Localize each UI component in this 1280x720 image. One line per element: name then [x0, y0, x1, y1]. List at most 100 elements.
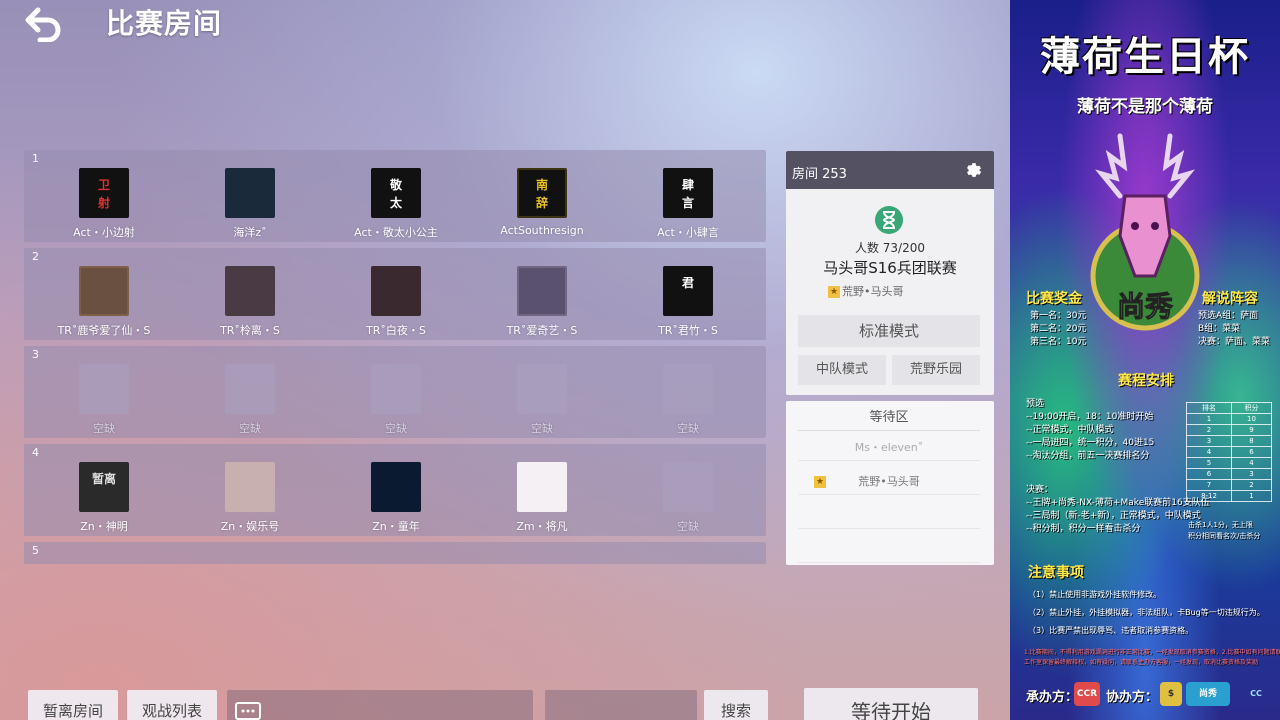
schedule-heading: 赛程安排 — [1118, 373, 1174, 389]
rank-cell: 8-12 — [1185, 490, 1233, 502]
leave-room-button[interactable]: 暂离房间 — [28, 690, 118, 720]
player-slot[interactable]: Zn・童年 — [336, 462, 456, 534]
player-name: TR˚柃离・S — [220, 324, 280, 337]
room-info-panel: 房间 253 人数 73/200 马头哥S16兵团联赛 ★ 荒野•马头哥 标准模式… — [786, 151, 994, 395]
player-name: Act・小边射 — [73, 226, 135, 239]
team-groups: 1 卫 射 Act・小边射 海洋z˚ 敬 太 Act・敬太小公主 南 辞 ActSouthre… — [24, 150, 768, 564]
empty-slot[interactable]: 空缺 — [190, 364, 310, 436]
player-slot[interactable]: Zm・将凡 — [482, 462, 602, 534]
caster-list: 预选A组：萨面 B组：菜菜 决赛：萨面、菜菜 — [1198, 311, 1271, 347]
rank-cell: 2 — [1231, 479, 1272, 491]
empty-slot[interactable]: 空缺 — [628, 364, 748, 436]
avatar — [371, 462, 421, 512]
avatar — [225, 266, 275, 316]
rank-row: 38 — [1185, 435, 1272, 447]
search-button[interactable]: 搜索 — [704, 690, 768, 720]
chat-icon — [235, 702, 261, 720]
group-number: 1 — [32, 152, 39, 165]
gear-icon[interactable] — [964, 161, 984, 181]
player-slot[interactable]: Zn・娱乐号 — [190, 462, 310, 534]
empty-slot[interactable]: 空缺 — [44, 364, 164, 436]
rank-cell: 2 — [1185, 424, 1233, 436]
prize-list: 第一名：30元 第二名：20元 第三名：10元 — [1030, 311, 1087, 347]
cc-logo: CC — [1250, 689, 1262, 698]
avatar — [225, 168, 275, 218]
prize-heading: 比赛奖金 — [1026, 291, 1082, 307]
player-name: 空缺 — [677, 422, 699, 435]
organizer-logo: CCR — [1074, 682, 1100, 706]
rank-points-table: 排名 积分 1 10 2 9 3 8 4 6 5 4 6 3 7 2 8-12 1 — [1185, 402, 1272, 502]
avatar — [225, 364, 275, 414]
rank-row: 1 10 — [1185, 413, 1272, 425]
group-number: 4 — [32, 446, 39, 459]
empty-slot[interactable]: 空缺 — [628, 462, 748, 534]
rank-cell: 6 — [1231, 446, 1272, 458]
rank-cell: 积分 — [1231, 402, 1272, 414]
player-name: 空缺 — [239, 422, 261, 435]
waiting-player-name: 荒野•马头哥 — [858, 475, 920, 488]
rank-cell: 6 — [1185, 468, 1233, 480]
waiting-player[interactable]: Ms・eleven˚ — [798, 435, 980, 461]
mode-button[interactable]: 标准模式 — [798, 315, 980, 347]
rank-row: 63 — [1185, 468, 1272, 480]
player-slot[interactable]: 暂离 Zn・神明 — [44, 462, 164, 534]
player-slot[interactable]: 肆 言 Act・小肆言 — [628, 168, 748, 240]
avatar: 肆 言 — [663, 168, 713, 218]
rank-cell: 8 — [1231, 435, 1272, 447]
rank-cell: 9 — [1231, 424, 1272, 436]
hourglass-icon — [875, 206, 903, 234]
empty-slot[interactable]: 空缺 — [336, 364, 456, 436]
player-slot[interactable]: TR˚白夜・S — [336, 266, 456, 338]
player-name: 空缺 — [385, 422, 407, 435]
avatar: 暂离 — [79, 462, 129, 512]
caster-heading: 解说阵容 — [1202, 291, 1258, 307]
sponsor-logo: $ — [1160, 682, 1182, 706]
player-slot[interactable]: TR˚爱奇艺・S — [482, 266, 602, 338]
rank-row: 排名 积分 — [1185, 402, 1272, 414]
rank-cell: 排名 — [1185, 402, 1233, 414]
waiting-player[interactable]: ★ 荒野•马头哥 — [798, 469, 980, 495]
finals-rules: 决赛： --王牌+尚秀-NX-薄荷+Make联赛前16支队伍 --三局制（新-老… — [1026, 485, 1210, 534]
tab-squad-mode[interactable]: 中队模式 — [798, 355, 886, 385]
waiting-start-button[interactable]: 等待开始 — [804, 688, 978, 720]
room-owner-name: 荒野•马头哥 — [842, 285, 904, 298]
notice-list: （1）禁止使用非游戏外挂软件修改。 （2）禁止外挂，外挂模拟器，非法组队，卡Bu… — [1028, 590, 1265, 635]
player-name: 空缺 — [677, 520, 699, 533]
player-slot[interactable]: TR˚鹿爷爱了仙・S — [44, 266, 164, 338]
avatar: 南 辞 — [517, 168, 567, 218]
search-input[interactable] — [545, 690, 697, 720]
player-name: TR˚君竹・S — [658, 324, 718, 337]
player-name: TR˚鹿爷爱了仙・S — [57, 324, 151, 337]
avatar — [663, 462, 713, 512]
rank-cell: 4 — [1231, 457, 1272, 469]
spectator-list-button[interactable]: 观战列表 — [127, 690, 217, 720]
deer-logo-text: 尚秀 — [1117, 290, 1173, 323]
player-slot[interactable]: 敬 太 Act・敬太小公主 — [336, 168, 456, 240]
player-name: 空缺 — [93, 422, 115, 435]
tab-wild-park[interactable]: 荒野乐园 — [892, 355, 980, 385]
team-group: 3 空缺 空缺 空缺 空缺 空缺 — [24, 346, 766, 438]
group-number: 5 — [32, 544, 39, 557]
avatar — [225, 462, 275, 512]
avatar: 君 — [663, 266, 713, 316]
empty-slot[interactable]: 空缺 — [482, 364, 602, 436]
avatar — [517, 266, 567, 316]
player-slot[interactable]: 海洋z˚ — [190, 168, 310, 240]
player-count: 人数 73/200 — [854, 241, 926, 255]
chat-input[interactable] — [227, 690, 533, 720]
player-slot[interactable]: 卫 射 Act・小边射 — [44, 168, 164, 240]
player-slot[interactable]: 南 辞 ActSouthresign — [482, 168, 602, 237]
rank-note: 击杀1人1分，无上限 积分相同看名次/击杀分 — [1188, 521, 1261, 540]
group-stage-rules: 预选 --19:00开启，18：10准时开始 --正常模式，中队模式 --一局进… — [1026, 399, 1155, 461]
back-button[interactable] — [24, 6, 66, 43]
team-group: 2 TR˚鹿爷爱了仙・S TR˚柃离・S TR˚白夜・S TR˚爱奇艺・S 君 TR˚君竹・… — [24, 248, 766, 340]
player-name: 空缺 — [531, 422, 553, 435]
player-slot[interactable]: TR˚柃离・S — [190, 266, 310, 338]
rank-cell: 1 — [1231, 490, 1272, 502]
waiting-empty-row — [798, 503, 980, 529]
avatar — [663, 364, 713, 414]
team-group: 4 暂离 Zn・神明 Zn・娱乐号 Zn・童年 Zm・将凡 空缺 — [24, 444, 766, 536]
player-slot[interactable]: 君 TR˚君竹・S — [628, 266, 748, 338]
back-arrow-icon — [25, 7, 61, 43]
avatar — [371, 364, 421, 414]
